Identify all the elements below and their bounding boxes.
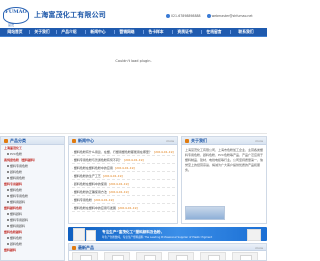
news-item-title[interactable]: · 颜料色粉在塑料中的使用 [72, 182, 107, 186]
sidebar-list: 上海富茂化工 PVC色粉 高纯度色粉（塑料颜料） 塑料专用色粉 颜料色粉 塑料用色粉 塑料专… [1, 145, 64, 253]
bullet-icon [4, 139, 8, 143]
banner-plugin-area: Couldn't load plugin. [0, 37, 267, 134]
company-name: 上海富茂化工有限公司 [34, 11, 106, 19]
news-item-date: [2014-01-19] [108, 190, 129, 194]
nav-separator [85, 30, 86, 34]
news-item[interactable]: · 塑料色粉在塑料中的应用与发展 [2014-01-19] [72, 204, 175, 212]
email-icon [206, 14, 211, 18]
sidebar-title: 产品分类 [10, 138, 26, 143]
sidebar-header: 产品分类 [1, 137, 64, 145]
contact-info: 021-67898898888 webmaster@shfumao.net [166, 14, 253, 21]
news-item[interactable]: · 塑料色粉有什么用途、在塑、行塑用塑色粉都能用在哪里？ [2014-01-19] [72, 148, 175, 156]
news-more-link[interactable]: more [166, 137, 174, 145]
news-item[interactable]: · 塑料色粉在塑料色粉中的应用 [2014-01-19] [72, 164, 175, 172]
news-item-date: [2014-01-19] [102, 174, 123, 178]
about-title: 关于我们 [191, 138, 207, 143]
news-header: 新闻中心 more [69, 137, 177, 145]
latest-products-panel: 最新产品 more [68, 243, 267, 261]
bullet-icon [72, 246, 76, 250]
news-item[interactable]: · 颜料色粉在塑料中的使用 [2014-01-19] [72, 180, 175, 188]
promo-strip[interactable]: 专注生产“富茂化工”塑料颜料及色粉， 年生产色粉数吨，专业生产塑料颜料 The … [68, 227, 267, 241]
news-item-title[interactable]: · 塑料色粉在塑料色粉中的应用 [72, 166, 113, 170]
about-header: 关于我们 more [182, 137, 266, 145]
nav-item-certificates[interactable]: 资质证书 [174, 28, 196, 36]
product-bag-image [86, 230, 96, 241]
products-title: 最新产品 [78, 245, 94, 250]
bullet-icon [72, 139, 76, 143]
phone-number: 021-67898898888 [171, 14, 201, 18]
product-bag-image [247, 229, 261, 241]
nav-separator [29, 30, 30, 34]
nav-separator [114, 30, 115, 34]
products-row [72, 252, 264, 260]
about-more-link[interactable]: more [255, 137, 263, 145]
about-image [185, 206, 225, 220]
news-item-date: [2014-01-19] [114, 166, 135, 170]
nav-separator [230, 30, 231, 34]
news-list: · 塑料色粉有什么用途、在塑、行塑用塑色粉都能用在哪里？ [2014-01-19]… [69, 145, 177, 212]
nav-item-samples[interactable]: 色卡样本 [145, 28, 167, 36]
nav-separator [56, 30, 57, 34]
news-item-date: [2014-01-19] [117, 206, 138, 210]
news-item-date: [2014-01-19] [93, 198, 114, 202]
product-category-sidebar: 产品分类 上海富茂化工 PVC色粉 高纯度色粉（塑料颜料） 塑料专用色粉 颜料色粉 塑料用… [0, 136, 65, 261]
nav-item-network[interactable]: 营销网络 [116, 28, 138, 36]
news-item-title[interactable]: · 塑料色粉的生产工艺 [72, 174, 101, 178]
news-item-title[interactable]: · 塑料色粉有什么用途、在塑、行塑用塑色粉都能用在哪里？ [72, 150, 152, 154]
news-item-title[interactable]: · 塑料色粉的正确使用方法 [72, 190, 107, 194]
nav-item-news[interactable]: 新闻中心 [87, 28, 109, 36]
phone-icon [166, 14, 170, 18]
news-item-date: [2014-01-19] [153, 150, 174, 154]
product-card[interactable] [104, 252, 130, 260]
product-card[interactable] [232, 252, 258, 260]
nav-item-message[interactable]: 在线留言 [203, 28, 225, 36]
promo-subtext: 年生产色粉数吨，专业生产塑料颜料 The Leading Professiona… [102, 236, 213, 239]
news-item-title[interactable]: · 塑料色粉在塑料中的应用与发展 [72, 206, 116, 210]
bullet-icon [185, 139, 189, 143]
nav-item-about[interactable]: 关于我们 [31, 28, 53, 36]
nav-item-home[interactable]: 网站首页 [4, 28, 26, 36]
product-card[interactable] [168, 252, 194, 260]
news-item-title[interactable]: · 塑料专用色粉与普通色粉有何不同？ [72, 158, 122, 162]
about-panel: 关于我们 more 上海富茂化工有限公司，上海市色粉加工企业，主营各类塑料专用色… [181, 136, 267, 224]
product-bag-image [73, 228, 85, 241]
products-more-link[interactable]: more [255, 244, 263, 252]
news-title: 新闻中心 [78, 138, 94, 143]
nav-item-contact[interactable]: 联系我们 [232, 28, 260, 36]
products-header: 最新产品 more [69, 244, 266, 251]
news-item-title[interactable]: · 塑料专用色粉 [72, 198, 92, 202]
sidebar-category[interactable]: 塑料颜料 [1, 247, 64, 253]
logo-subtitle: 富茂 [8, 23, 15, 27]
about-text: 上海富茂化工有限公司，上海市色粉加工企业，主营各类塑料专用色粉、颜料色粉、PVC… [185, 148, 264, 172]
product-card[interactable] [136, 252, 162, 260]
logo-text: FUMAO [5, 9, 27, 15]
news-item[interactable]: · 塑料色粉的正确使用方法 [2014-01-19] [72, 188, 175, 196]
product-card[interactable] [200, 252, 226, 260]
news-panel: 新闻中心 more · 塑料色粉有什么用途、在塑、行塑用塑色粉都能用在哪里？ [2… [68, 136, 178, 224]
news-item-date: [2014-01-19] [108, 182, 129, 186]
product-card[interactable] [72, 252, 98, 260]
header: FUMAO 富茂 上海富茂化工有限公司 021-67898898888 webm… [0, 0, 267, 28]
nav-separator [143, 30, 144, 34]
news-item[interactable]: · 塑料专用色粉与普通色粉有何不同？ [2014-01-19] [72, 156, 175, 164]
company-logo[interactable]: FUMAO [3, 7, 29, 24]
nav-separator [172, 30, 173, 34]
news-item[interactable]: · 塑料色粉的生产工艺 [2014-01-19] [72, 172, 175, 180]
nav-item-products[interactable]: 产品介绍 [58, 28, 80, 36]
plugin-error-message: Couldn't load plugin. [115, 59, 152, 63]
main-nav: 网站首页 关于我们 产品介绍 新闻中心 营销网络 色卡样本 资质证书 在线留言 … [0, 28, 267, 37]
news-item[interactable]: · 塑料专用色粉 [2014-01-19] [72, 196, 175, 204]
email-address[interactable]: webmaster@shfumao.net [212, 14, 253, 18]
nav-separator [201, 30, 202, 34]
news-item-date: [2014-01-19] [123, 158, 144, 162]
